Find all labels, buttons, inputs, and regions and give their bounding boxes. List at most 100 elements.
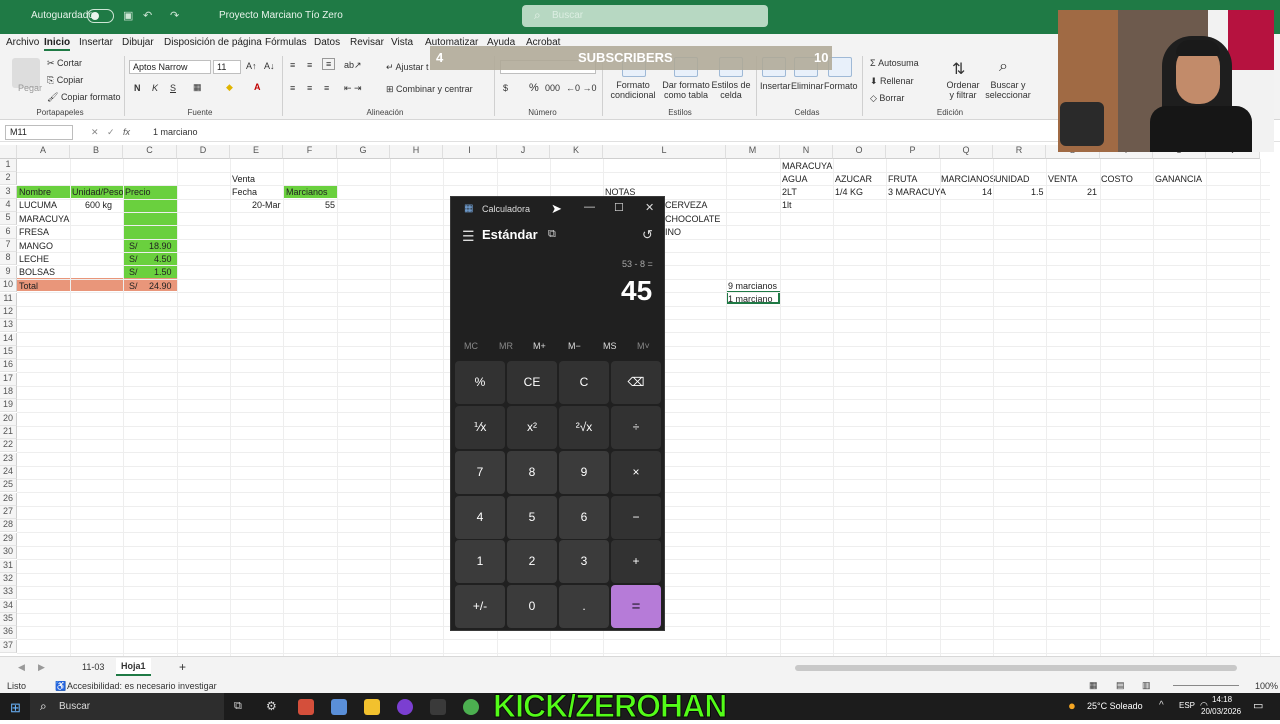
maximize-icon[interactable]: ☐ bbox=[614, 201, 624, 214]
merge-center-button[interactable]: ⊞ Combinar y centrar bbox=[386, 84, 473, 95]
row-header-26[interactable]: 26 bbox=[0, 492, 17, 506]
cell-n3[interactable]: 2LT bbox=[782, 187, 797, 197]
column-header-c[interactable]: C bbox=[123, 145, 177, 159]
column-header-k[interactable]: K bbox=[550, 145, 603, 159]
column-header-g[interactable]: G bbox=[337, 145, 390, 159]
taskbar-app-icon[interactable] bbox=[397, 699, 413, 715]
save-icon[interactable]: ▣ bbox=[123, 9, 133, 22]
cell-p3[interactable]: 3 MARACUYA bbox=[888, 187, 946, 197]
cell-p2[interactable]: FRUTA bbox=[888, 174, 917, 184]
row-header-16[interactable]: 16 bbox=[0, 359, 17, 373]
indent-icon[interactable]: ⇤ ⇥ bbox=[344, 83, 362, 94]
tray-overflow-icon[interactable]: ^ bbox=[1159, 700, 1164, 711]
digit-3-key[interactable]: 3 bbox=[559, 540, 609, 583]
menu-icon[interactable]: ☰ bbox=[462, 228, 475, 245]
row-header-33[interactable]: 33 bbox=[0, 586, 17, 600]
sheet-tab-11-03[interactable]: 11-03 bbox=[82, 662, 104, 672]
column-header-r[interactable]: R bbox=[993, 145, 1046, 159]
row-header-14[interactable]: 14 bbox=[0, 332, 17, 346]
memory-add-button[interactable]: M+ bbox=[533, 341, 546, 351]
negate-key[interactable]: +/- bbox=[455, 585, 505, 628]
cell-a5[interactable]: MARACUYA bbox=[19, 214, 69, 224]
cell-a10[interactable]: Total bbox=[19, 281, 38, 291]
find-select-button[interactable]: Buscar y seleccionar bbox=[984, 80, 1032, 100]
row-header-21[interactable]: 21 bbox=[0, 426, 17, 439]
row-header-34[interactable]: 34 bbox=[0, 599, 17, 613]
thousands-icon[interactable]: 000 bbox=[545, 83, 560, 93]
cell-b4[interactable]: 600 kg bbox=[85, 200, 112, 210]
column-header-i[interactable]: I bbox=[443, 145, 497, 159]
clear-button[interactable]: ◇ Borrar bbox=[870, 93, 904, 104]
row-header-1[interactable]: 1 bbox=[0, 159, 17, 172]
row-header-28[interactable]: 28 bbox=[0, 519, 17, 533]
multiply-key[interactable]: × bbox=[611, 451, 661, 494]
cell-r2[interactable]: UNIDAD bbox=[995, 174, 1030, 184]
row-header-17[interactable]: 17 bbox=[0, 372, 17, 386]
cell-e4[interactable]: 20-Mar bbox=[252, 200, 281, 210]
cell-a7[interactable]: MANGO bbox=[19, 241, 53, 251]
cell-styles-button[interactable]: Estilos de celda bbox=[711, 80, 751, 100]
wrap-text-button[interactable]: ↵ Ajustar t bbox=[386, 62, 429, 73]
horizontal-scrollbar[interactable] bbox=[795, 665, 1237, 671]
row-header-22[interactable]: 22 bbox=[0, 439, 17, 453]
square-key[interactable]: x² bbox=[507, 406, 557, 449]
clear-key[interactable]: C bbox=[559, 361, 609, 404]
bold-button[interactable]: N bbox=[134, 83, 141, 93]
column-header-o[interactable]: O bbox=[833, 145, 886, 159]
row-header-2[interactable]: 2 bbox=[0, 172, 17, 186]
font-color-icon[interactable]: A bbox=[254, 82, 261, 92]
task-view-icon[interactable]: ⧉ bbox=[234, 700, 242, 713]
cell-m11[interactable]: 1 marciano bbox=[728, 294, 773, 304]
copy-button[interactable]: ⎘ Copiar bbox=[47, 75, 83, 86]
taskbar-app-icon[interactable] bbox=[331, 699, 347, 715]
clock-date[interactable]: 20/03/2026 bbox=[1201, 707, 1241, 716]
font-name-select[interactable]: Aptos Narrow bbox=[129, 60, 211, 74]
language-indicator[interactable]: ESP bbox=[1179, 701, 1195, 710]
cell-f4[interactable]: 55 bbox=[325, 200, 335, 210]
column-header-m[interactable]: M bbox=[726, 145, 780, 159]
cell-s3[interactable]: 21 bbox=[1087, 187, 1097, 197]
row-header-31[interactable]: 31 bbox=[0, 559, 17, 573]
formula-input[interactable]: 1 marciano bbox=[153, 127, 198, 137]
row-header-19[interactable]: 19 bbox=[0, 399, 17, 413]
equals-key[interactable]: = bbox=[611, 585, 661, 628]
file-explorer-icon[interactable] bbox=[364, 699, 380, 715]
cell-e2[interactable]: Venta bbox=[232, 174, 255, 184]
font-size-select[interactable]: 11 bbox=[213, 60, 241, 74]
digit-2-key[interactable]: 2 bbox=[507, 540, 557, 583]
digit-7-key[interactable]: 7 bbox=[455, 451, 505, 494]
align-top-icon[interactable]: ≡ bbox=[290, 60, 295, 70]
cell-c3[interactable]: Precio bbox=[125, 187, 151, 197]
weather-text[interactable]: 25°C Soleado bbox=[1087, 701, 1143, 711]
digit-6-key[interactable]: 6 bbox=[559, 496, 609, 539]
cell-q2[interactable]: MARCIANOS bbox=[941, 174, 996, 184]
conditional-format-button[interactable]: Formato condicional bbox=[609, 80, 657, 100]
row-header-24[interactable]: 24 bbox=[0, 466, 17, 480]
align-left-icon[interactable]: ≡ bbox=[290, 83, 295, 93]
column-header-b[interactable]: B bbox=[70, 145, 123, 159]
decimal-key[interactable]: . bbox=[559, 585, 609, 628]
cell-a3[interactable]: Nombre bbox=[19, 187, 51, 197]
square-root-key[interactable]: ²√x bbox=[559, 406, 609, 449]
cell-o2[interactable]: AZUCAR bbox=[835, 174, 872, 184]
decimal-icon[interactable]: ←0 →0 bbox=[566, 83, 597, 93]
align-center-icon[interactable]: ≡ bbox=[307, 83, 312, 93]
tab-archivo[interactable]: Archivo bbox=[6, 37, 39, 48]
subtract-key[interactable]: − bbox=[611, 496, 661, 539]
row-header-23[interactable]: 23 bbox=[0, 452, 17, 466]
cell-r3[interactable]: 1.5 bbox=[1031, 187, 1044, 197]
column-header-n[interactable]: N bbox=[780, 145, 833, 159]
align-bottom-icon[interactable]: ≡ bbox=[322, 58, 336, 70]
digit-0-key[interactable]: 0 bbox=[507, 585, 557, 628]
autosum-button[interactable]: Σ Autosuma bbox=[870, 58, 919, 68]
tab-formulas[interactable]: Fórmulas bbox=[265, 37, 307, 48]
cell-a4[interactable]: LUCUMA bbox=[19, 200, 57, 210]
cell-m10[interactable]: 9 marcianos bbox=[728, 281, 777, 291]
shrink-font-icon[interactable]: A↓ bbox=[264, 61, 275, 71]
insert-cells-button[interactable]: Insertar bbox=[760, 81, 791, 91]
tab-inicio[interactable]: Inicio bbox=[44, 37, 71, 51]
digit-1-key[interactable]: 1 bbox=[455, 540, 505, 583]
tab-datos[interactable]: Datos bbox=[314, 37, 340, 48]
windows-start-icon[interactable]: ⊞ bbox=[10, 700, 21, 716]
row-header-3[interactable]: 3 bbox=[0, 185, 17, 199]
